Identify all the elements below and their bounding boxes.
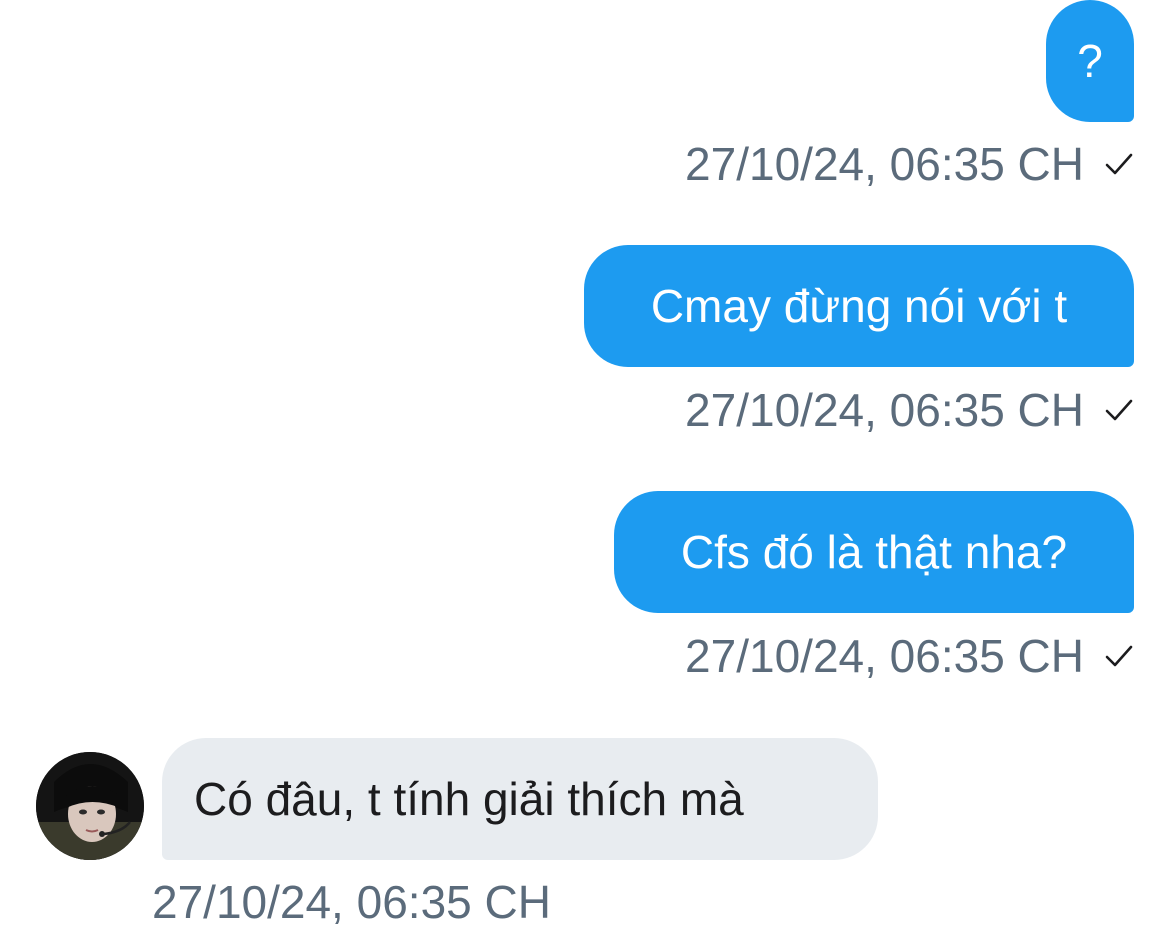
outgoing-message-bubble[interactable]: ? xyxy=(1046,0,1134,122)
message-text: Cmay đừng nói với t xyxy=(650,280,1068,332)
message-text: ? xyxy=(1077,35,1103,87)
message-timestamp: 27/10/24, 06:35 CH xyxy=(685,384,1084,436)
message-timestamp: 27/10/24, 06:35 CH xyxy=(152,876,551,928)
avatar-image xyxy=(36,752,144,860)
outgoing-message-bubble[interactable]: Cmay đừng nói với t xyxy=(584,245,1134,367)
message-text: Cfs đó là thật nha? xyxy=(680,526,1068,578)
incoming-message-bubble[interactable]: Có đâu, t tính giải thích mà xyxy=(162,738,878,860)
outgoing-message-bubble[interactable]: Cfs đó là thật nha? xyxy=(614,491,1134,613)
message-meta: 27/10/24, 06:35 CH xyxy=(152,878,551,926)
message-timestamp: 27/10/24, 06:35 CH xyxy=(685,630,1084,682)
message-meta: 27/10/24, 06:35 CH xyxy=(685,632,1134,680)
message-meta: 27/10/24, 06:35 CH xyxy=(685,140,1134,188)
avatar[interactable] xyxy=(36,752,144,860)
check-icon xyxy=(1105,399,1133,421)
message-meta: 27/10/24, 06:35 CH xyxy=(685,386,1134,434)
check-icon xyxy=(1105,645,1133,667)
check-icon xyxy=(1105,153,1133,175)
message-text: Có đâu, t tính giải thích mà xyxy=(194,773,744,825)
message-timestamp: 27/10/24, 06:35 CH xyxy=(685,138,1084,190)
